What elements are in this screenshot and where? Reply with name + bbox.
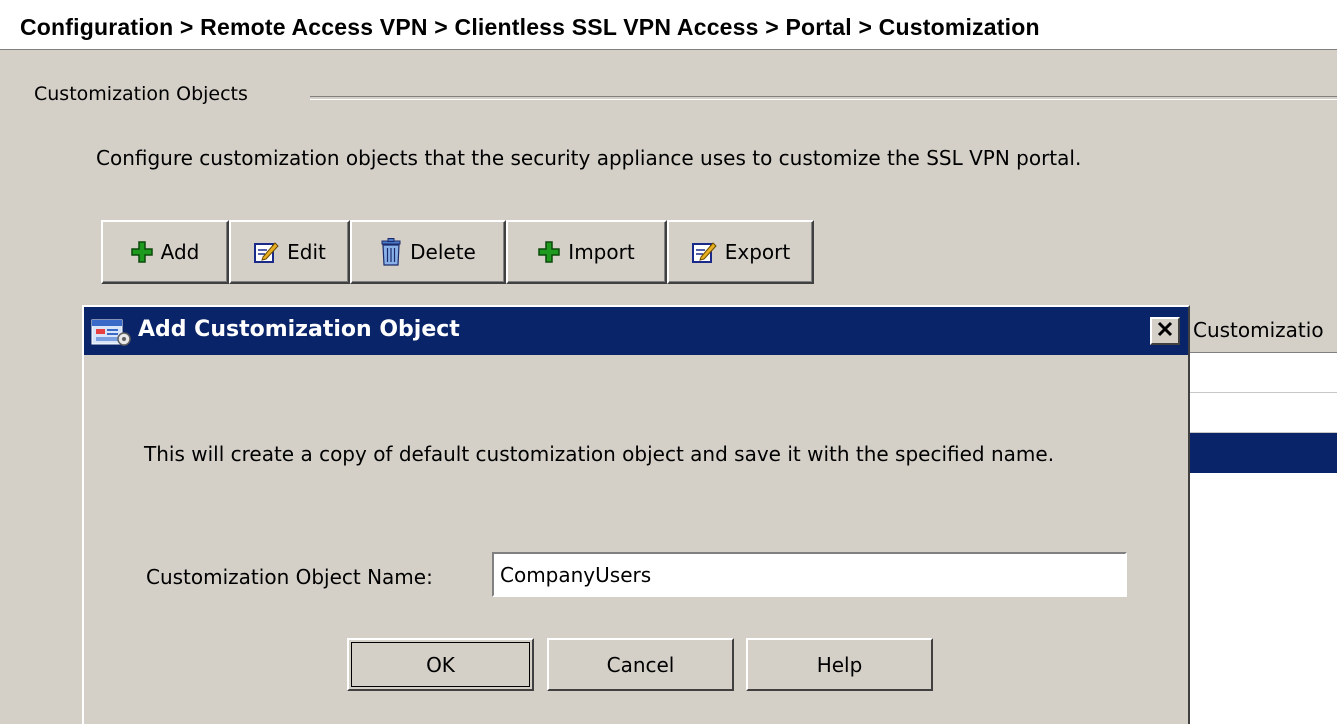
edit-button[interactable]: Edit bbox=[229, 220, 350, 284]
help-button[interactable]: Help bbox=[746, 638, 933, 691]
ok-button[interactable]: OK bbox=[347, 638, 534, 691]
export-button[interactable]: Export bbox=[667, 220, 814, 284]
edit-button-label: Edit bbox=[287, 240, 326, 264]
table-row[interactable] bbox=[1189, 393, 1337, 433]
plus-icon bbox=[538, 241, 561, 263]
customization-objects-table: Customizatio bbox=[1188, 308, 1337, 724]
add-button-label: Add bbox=[160, 240, 200, 264]
cancel-button[interactable]: Cancel bbox=[547, 638, 734, 691]
group-title: Customization Objects bbox=[34, 83, 248, 105]
toolbar: Add Edit Delete Import Export bbox=[101, 220, 814, 284]
delete-button[interactable]: Delete bbox=[350, 220, 506, 284]
delete-button-label: Delete bbox=[410, 240, 476, 264]
dialog-message: This will create a copy of default custo… bbox=[144, 442, 1055, 466]
edit-icon bbox=[691, 240, 717, 264]
export-button-label: Export bbox=[724, 240, 791, 264]
close-button[interactable] bbox=[1150, 317, 1180, 345]
plus-icon bbox=[130, 241, 153, 263]
customization-name-input[interactable] bbox=[492, 552, 1127, 597]
group-description: Configure customization objects that the… bbox=[96, 146, 1082, 170]
table-row-selected[interactable] bbox=[1189, 433, 1337, 473]
dialog-title: Add Customization Object bbox=[138, 317, 460, 342]
add-customization-object-dialog: Add Customization Object This will creat… bbox=[82, 305, 1190, 724]
import-button-label: Import bbox=[568, 240, 635, 264]
add-button[interactable]: Add bbox=[101, 220, 229, 284]
group-divider bbox=[310, 96, 1337, 100]
column-header-customization[interactable]: Customizatio bbox=[1189, 308, 1337, 353]
close-icon bbox=[1157, 321, 1173, 341]
app-icon bbox=[91, 318, 131, 350]
edit-icon bbox=[253, 240, 279, 264]
table-row[interactable] bbox=[1189, 353, 1337, 393]
breadcrumb: Configuration > Remote Access VPN > Clie… bbox=[0, 0, 1337, 50]
trash-icon bbox=[380, 238, 402, 266]
import-button[interactable]: Import bbox=[506, 220, 667, 284]
dialog-titlebar[interactable]: Add Customization Object bbox=[84, 307, 1188, 355]
name-label: Customization Object Name: bbox=[146, 565, 433, 589]
